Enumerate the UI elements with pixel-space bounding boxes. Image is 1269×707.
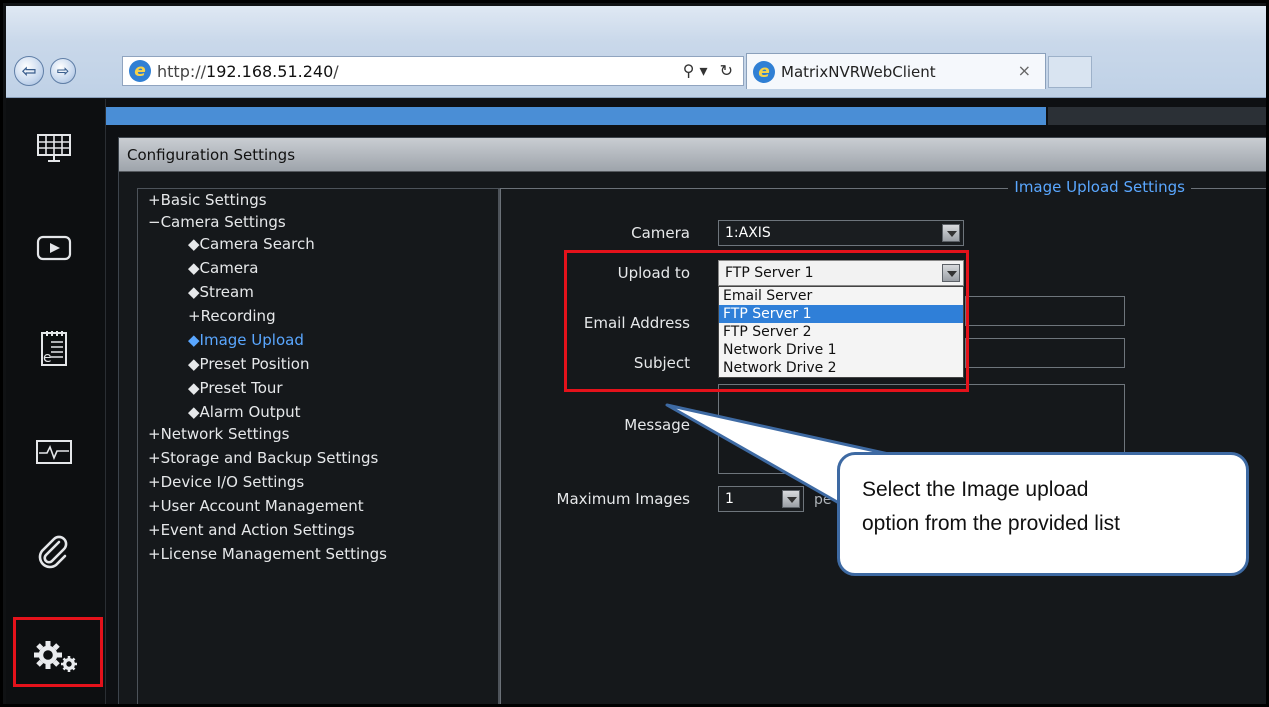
tree-recording[interactable]: +Recording [188, 307, 276, 325]
callout-line-2: option from the provided list [862, 512, 1120, 535]
tree-camera-settings[interactable]: −Camera Settings [148, 213, 286, 231]
tab-title: MatrixNVRWebClient [781, 62, 936, 81]
camera-select[interactable]: 1:AXIS [718, 220, 964, 246]
tab-close-icon[interactable]: × [1018, 61, 1031, 80]
panel-legend: Image Upload Settings [1008, 178, 1191, 196]
ie-logo-icon: e [129, 60, 151, 82]
url-host: 192.168.51.240 [206, 61, 334, 81]
camera-label: Camera [631, 224, 690, 242]
refresh-icon[interactable]: ↻ [720, 61, 733, 80]
back-button[interactable]: ⇦ [14, 56, 44, 86]
tree-license-management[interactable]: +License Management Settings [148, 545, 387, 563]
address-bar[interactable]: e http://192.168.51.240/ ⚲ ▾ ↻ [122, 56, 744, 86]
browser-tab[interactable]: e MatrixNVRWebClient × [746, 53, 1046, 89]
maximum-images-select[interactable]: 1 [718, 486, 804, 512]
settings-tree: +Basic Settings −Camera Settings ◆Camera… [137, 188, 499, 704]
tree-basic-settings[interactable]: +Basic Settings [148, 191, 267, 209]
playback-icon[interactable] [26, 225, 82, 271]
sidebar: e [6, 99, 106, 704]
chevron-down-icon [942, 224, 960, 242]
image-upload-panel: Image Upload Settings Camera 1:AXIS Uplo… [499, 178, 1266, 704]
system-health-icon[interactable] [26, 429, 82, 475]
tree-storage-backup[interactable]: +Storage and Backup Settings [148, 449, 378, 467]
tree-preset-tour[interactable]: ◆Preset Tour [188, 379, 283, 397]
upload-to-highlight-box [564, 250, 969, 392]
subject-field[interactable] [965, 338, 1125, 368]
tree-event-action[interactable]: +Event and Action Settings [148, 521, 355, 539]
maximum-images-label: Maximum Images [556, 490, 690, 508]
tree-camera-search[interactable]: ◆Camera Search [188, 235, 315, 253]
forward-button[interactable]: ⇨ [50, 58, 76, 84]
instruction-callout: Select the Image upload option from the … [837, 452, 1249, 576]
search-dropdown-icon[interactable]: ⚲ ▾ [683, 61, 708, 80]
event-log-icon[interactable]: e [26, 325, 82, 371]
svg-text:e: e [43, 350, 52, 366]
window-header-strip-dark [1048, 107, 1266, 125]
camera-value: 1:AXIS [725, 225, 771, 241]
tree-image-upload[interactable]: ◆Image Upload [188, 331, 304, 349]
nvr-app: e Configuration Settings +Basic Settings… [6, 99, 1266, 704]
email-address-field[interactable] [965, 296, 1125, 326]
back-arrow-icon: ⇦ [21, 60, 37, 82]
tree-network-settings[interactable]: +Network Settings [148, 425, 290, 443]
callout-line-1: Select the Image upload [862, 478, 1089, 501]
configuration-window: Configuration Settings +Basic Settings −… [118, 137, 1266, 704]
tree-alarm-output[interactable]: ◆Alarm Output [188, 403, 301, 421]
new-tab-button[interactable] [1048, 56, 1092, 88]
tree-camera[interactable]: ◆Camera [188, 259, 258, 277]
browser-toolbar: ⇦ ⇨ e http://192.168.51.240/ ⚲ ▾ ↻ e Mat… [6, 6, 1266, 98]
tab-ie-icon: e [753, 60, 775, 83]
url-scheme: http:// [157, 61, 207, 81]
chevron-down-icon [782, 490, 800, 508]
maximum-images-value: 1 [725, 491, 734, 507]
window-header-strip [106, 107, 1046, 125]
configuration-title: Configuration Settings [119, 138, 1266, 172]
tree-device-io[interactable]: +Device I/O Settings [148, 473, 304, 491]
tree-stream[interactable]: ◆Stream [188, 283, 254, 301]
tree-preset-position[interactable]: ◆Preset Position [188, 355, 309, 373]
attachment-icon[interactable] [26, 529, 82, 575]
message-label: Message [624, 416, 690, 434]
tree-user-account[interactable]: +User Account Management [148, 497, 364, 515]
forward-arrow-icon: ⇨ [56, 62, 70, 80]
settings-gears-icon[interactable] [28, 633, 84, 679]
grid-layout-icon[interactable] [26, 125, 82, 171]
url-path: / [333, 61, 339, 81]
screenshot-frame: ⇦ ⇨ e http://192.168.51.240/ ⚲ ▾ ↻ e Mat… [0, 0, 1269, 707]
address-tools: ⚲ ▾ ↻ [683, 61, 733, 80]
